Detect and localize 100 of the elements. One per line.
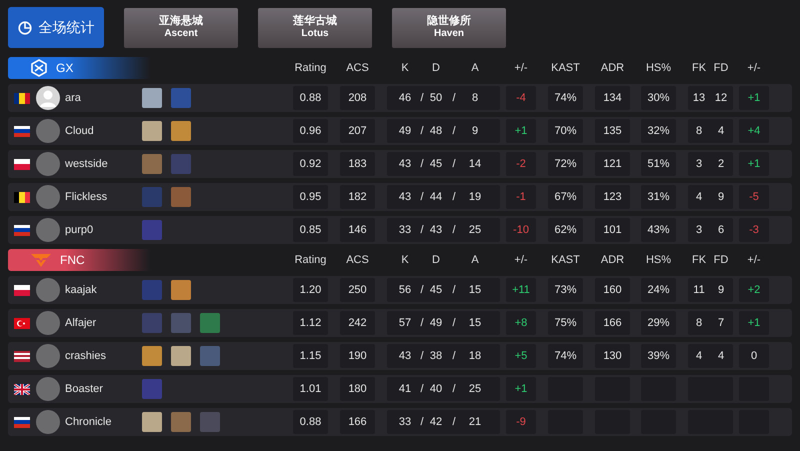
- table-cell-text: 13: [692, 90, 706, 106]
- table-cell: 101: [595, 218, 630, 242]
- team-logo-icon: [30, 252, 52, 268]
- avatar-silhouette: [36, 86, 60, 110]
- column-header: FK: [690, 252, 708, 268]
- flag-icon: [14, 224, 30, 236]
- table-cell-text: 15: [468, 316, 482, 331]
- column-header: K: [400, 252, 410, 268]
- flag-icon: [14, 92, 30, 104]
- column-header: KAST: [550, 252, 581, 268]
- table-cell-text: /: [451, 348, 457, 364]
- column-header: ADR: [600, 252, 626, 268]
- column-header: A: [470, 60, 480, 76]
- flag-icon: [14, 126, 30, 136]
- player-name: Boaster: [65, 382, 104, 397]
- column-header: KAST: [550, 60, 581, 76]
- table-cell-text: 9: [716, 282, 726, 298]
- table-cell: +5: [506, 344, 536, 368]
- table-cell: 166: [340, 410, 375, 434]
- flag-icon: [14, 158, 30, 170]
- table-cell-text: /: [419, 382, 425, 397]
- table-cell-text: 12: [714, 90, 728, 106]
- table-cell: 160: [595, 278, 630, 302]
- table-cell-text: 43: [398, 348, 412, 364]
- table-cell: 72%: [548, 152, 583, 176]
- pie-chart-icon: [18, 20, 32, 34]
- column-header: +/-: [513, 60, 529, 76]
- table-cell-text: 4: [716, 348, 726, 364]
- photo-placeholder: [36, 278, 60, 302]
- table-cell-text: /: [419, 90, 425, 106]
- table-cell-text: /: [419, 316, 425, 331]
- photo-placeholder: [36, 377, 60, 401]
- photo-placeholder: [36, 119, 60, 143]
- column-header: ADR: [600, 60, 626, 76]
- table-cell: 123: [595, 185, 630, 209]
- table-cell: 134: [595, 86, 630, 110]
- table-cell: 30%: [641, 86, 676, 110]
- map-tab[interactable]: 亚海悬城 Ascent: [124, 8, 238, 48]
- flag-icon: [14, 384, 30, 394]
- table-cell: 29%: [641, 311, 676, 335]
- team-name: GX: [56, 60, 74, 77]
- table-cell-text: 21: [468, 414, 482, 430]
- player-name: crashies: [65, 348, 107, 364]
- table-cell: 250: [340, 278, 375, 302]
- map-tab[interactable]: 隐世修所 Haven: [392, 8, 506, 48]
- player-name: purp0: [65, 222, 94, 238]
- table-cell: +8: [506, 311, 536, 335]
- table-cell-text: 3: [694, 156, 704, 172]
- player-name: kaajak: [65, 282, 98, 298]
- table-cell: 74%: [548, 86, 583, 110]
- table-cell: -5: [739, 185, 769, 209]
- table-cell-text: /: [451, 382, 457, 397]
- table-cell: 121: [595, 152, 630, 176]
- table-cell: 31%: [641, 185, 676, 209]
- table-cell-text: 8: [694, 124, 704, 139]
- table-cell-text: /: [451, 282, 457, 298]
- column-header: FD: [712, 60, 730, 76]
- table-cell: 0.92: [293, 152, 328, 176]
- table-cell-text: 48: [428, 124, 444, 139]
- table-cell-text: 46: [398, 90, 412, 106]
- column-header: A: [470, 252, 480, 268]
- table-cell-text: 8: [694, 316, 704, 331]
- table-cell-text: 4: [694, 348, 704, 364]
- table-cell: 0.95: [293, 185, 328, 209]
- table-cell-text: 25: [468, 222, 482, 238]
- table-cell-text: /: [451, 222, 457, 238]
- table-cell-text: 56: [398, 282, 412, 298]
- table-cell-text: 33: [398, 222, 412, 238]
- table-cell: 62%: [548, 218, 583, 242]
- table-cell: 130: [595, 344, 630, 368]
- table-cell-text: 42: [428, 414, 444, 430]
- column-header: FD: [712, 252, 730, 268]
- table-cell-text: /: [419, 190, 425, 205]
- column-header: FK: [690, 60, 708, 76]
- table-cell: -4: [506, 86, 536, 110]
- table-cell: 0: [739, 344, 769, 368]
- map-tab[interactable]: 莲华古城 Lotus: [258, 8, 372, 48]
- table-cell-text: 49: [398, 124, 412, 139]
- table-cell: +1: [739, 86, 769, 110]
- table-cell: 0.88: [293, 410, 328, 434]
- column-header: +/-: [746, 252, 762, 268]
- table-cell: +4: [739, 119, 769, 143]
- table-cell-text: 38: [428, 348, 444, 364]
- flag-icon: [14, 416, 30, 428]
- table-cell: +1: [739, 311, 769, 335]
- column-header: D: [431, 252, 441, 268]
- table-cell-text: /: [419, 348, 425, 364]
- table-cell-text: /: [419, 414, 425, 430]
- table-cell-text: 44: [428, 190, 444, 205]
- table-cell-text: 45: [428, 156, 444, 172]
- table-cell-text: 33: [398, 414, 412, 430]
- photo-placeholder: [36, 410, 60, 434]
- column-header: Rating: [294, 60, 328, 76]
- photo-placeholder: [36, 344, 60, 368]
- table-cell-text: 8: [470, 90, 480, 106]
- table-cell-text: 19: [468, 190, 482, 205]
- table-cell: 24%: [641, 278, 676, 302]
- table-cell: 183: [340, 152, 375, 176]
- table-cell-text: /: [451, 124, 457, 139]
- overview-button[interactable]: 全场统计: [8, 7, 104, 48]
